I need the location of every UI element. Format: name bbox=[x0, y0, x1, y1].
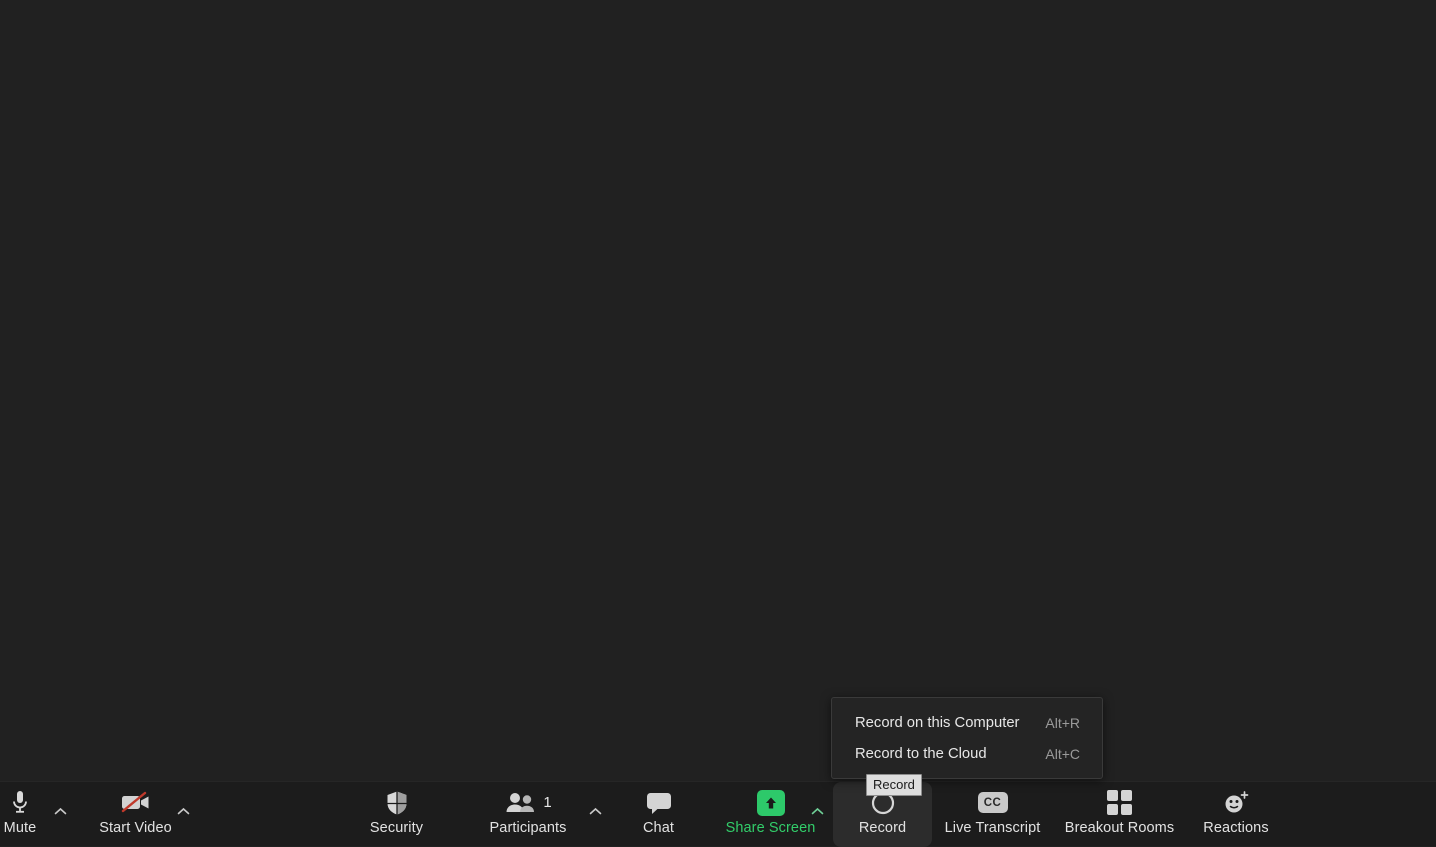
toolbar-button-mute[interactable]: Mute bbox=[0, 782, 40, 847]
smiley-plus-icon bbox=[1222, 789, 1250, 816]
toolbar-button-live-transcript[interactable]: CC Live Transcript bbox=[935, 782, 1050, 847]
shield-icon bbox=[385, 789, 409, 816]
toolbar-label-security: Security bbox=[369, 820, 424, 836]
menu-item-shortcut: Alt+C bbox=[1045, 745, 1080, 762]
toolbar-label-reactions: Reactions bbox=[1203, 820, 1269, 836]
toolbar-label-share-screen: Share Screen bbox=[725, 820, 816, 836]
toolbar-label-breakout-rooms: Breakout Rooms bbox=[1064, 820, 1175, 836]
chat-bubble-icon bbox=[644, 789, 674, 816]
toolbar-label-live-transcript: Live Transcript bbox=[944, 820, 1041, 836]
participants-icon bbox=[506, 792, 535, 812]
toolbar-label-start-video: Start Video bbox=[99, 820, 172, 836]
participants-count: 1 bbox=[543, 793, 552, 811]
toolbar-button-reactions[interactable]: Reactions bbox=[1193, 782, 1279, 847]
menu-item-record-on-this-computer[interactable]: Record on this Computer Alt+R bbox=[832, 707, 1102, 738]
participants-icon-group: 1 bbox=[504, 789, 552, 816]
menu-item-shortcut: Alt+R bbox=[1045, 714, 1080, 731]
mute-options-chevron-up-icon[interactable] bbox=[51, 802, 69, 820]
toolbar-button-share-screen[interactable]: Share Screen bbox=[722, 782, 819, 847]
video-stage bbox=[0, 0, 1436, 781]
toolbar-label-record: Record bbox=[858, 820, 907, 836]
toolbar-button-security[interactable]: Security bbox=[354, 782, 439, 847]
menu-item-record-to-the-cloud[interactable]: Record to the Cloud Alt+C bbox=[832, 738, 1102, 769]
record-dropdown-menu: Record on this Computer Alt+R Record to … bbox=[831, 697, 1103, 779]
grid-squares-icon bbox=[1107, 789, 1132, 816]
share-screen-arrow-icon bbox=[756, 789, 785, 816]
menu-item-label: Record to the Cloud bbox=[855, 745, 987, 762]
meeting-toolbar: Mute Start Video Security 1 Participants… bbox=[0, 781, 1436, 847]
toolbar-label-chat: Chat bbox=[642, 820, 675, 836]
video-options-chevron-up-icon[interactable] bbox=[174, 802, 192, 820]
toolbar-button-chat[interactable]: Chat bbox=[628, 782, 689, 847]
cc-label: CC bbox=[977, 792, 1008, 813]
toolbar-button-participants[interactable]: 1 Participants bbox=[471, 782, 585, 847]
participants-options-chevron-up-icon[interactable] bbox=[586, 802, 604, 820]
toolbar-label-mute: Mute bbox=[3, 820, 37, 836]
record-tooltip: Record bbox=[866, 774, 922, 796]
microphone-icon bbox=[12, 789, 28, 816]
toolbar-label-participants: Participants bbox=[489, 820, 567, 836]
menu-item-label: Record on this Computer bbox=[855, 714, 1020, 731]
video-camera-off-icon bbox=[119, 789, 153, 816]
toolbar-button-start-video[interactable]: Start Video bbox=[92, 782, 179, 847]
toolbar-button-breakout-rooms[interactable]: Breakout Rooms bbox=[1055, 782, 1184, 847]
share-options-chevron-up-icon[interactable] bbox=[808, 802, 826, 820]
closed-caption-icon: CC bbox=[977, 789, 1008, 816]
